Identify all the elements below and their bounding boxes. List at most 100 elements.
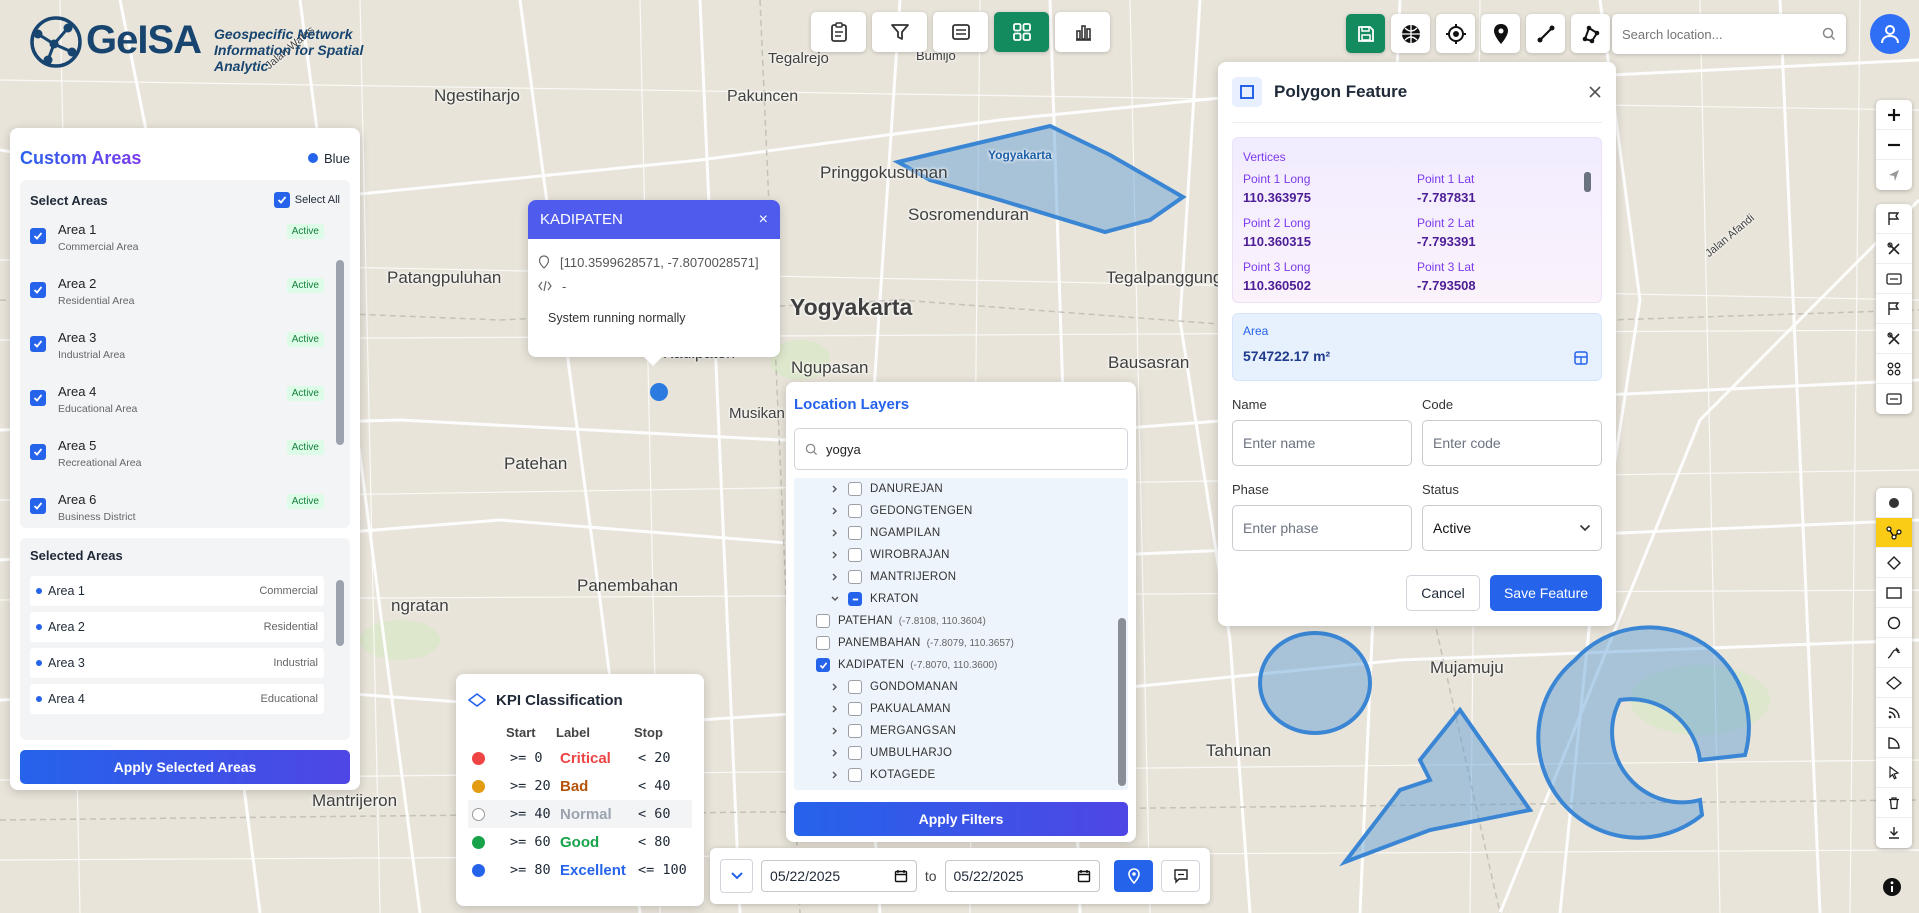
- selected-list-scrollbar[interactable]: [336, 580, 344, 646]
- cancel-button[interactable]: Cancel: [1406, 575, 1480, 611]
- marker-button[interactable]: [1481, 14, 1520, 53]
- draw-circle-button[interactable]: [1876, 608, 1912, 638]
- download-tool-button[interactable]: [1876, 818, 1912, 848]
- layer-checkbox[interactable]: [848, 548, 862, 562]
- save-map-button[interactable]: [1346, 14, 1385, 53]
- name-input[interactable]: Enter name: [1232, 420, 1412, 466]
- area-list-item[interactable]: Area 5 Recreational Area Active: [30, 434, 324, 488]
- chevron-down-icon[interactable]: [830, 594, 840, 604]
- layer-checkbox[interactable]: [848, 504, 862, 518]
- selected-area-item[interactable]: Area 4 Educational: [30, 684, 324, 714]
- layer-tree-item[interactable]: DANUREJAN: [830, 478, 1128, 500]
- chevron-right-icon[interactable]: [830, 770, 840, 780]
- area-checkbox[interactable]: [30, 444, 46, 460]
- layer-tree-item[interactable]: GEDONGTENGEN: [830, 500, 1128, 522]
- draw-freehand-button[interactable]: [1876, 638, 1912, 668]
- area-list-item[interactable]: Area 6 Business District Active: [30, 488, 324, 530]
- selected-area-item[interactable]: Area 1 Commercial: [30, 576, 324, 606]
- area-list-item[interactable]: Area 1 Commercial Area Active: [30, 218, 324, 272]
- layer-checkbox[interactable]: [848, 526, 862, 540]
- tab-grid[interactable]: [994, 12, 1049, 52]
- calendar-icon[interactable]: [1077, 869, 1091, 883]
- layer-checkbox[interactable]: [848, 768, 862, 782]
- area-checkbox[interactable]: [30, 390, 46, 406]
- info-button[interactable]: [1883, 878, 1901, 896]
- layer-tree-scrollbar[interactable]: [1118, 618, 1126, 786]
- layer-tree-item[interactable]: MANTRIJERON: [830, 566, 1128, 588]
- chevron-right-icon[interactable]: [830, 726, 840, 736]
- chevron-right-icon[interactable]: [830, 550, 840, 560]
- chevron-right-icon[interactable]: [830, 506, 840, 516]
- layer-checkbox[interactable]: [848, 746, 862, 760]
- delete-tool-button[interactable]: [1876, 788, 1912, 818]
- select-all-toggle[interactable]: Select All: [273, 192, 340, 208]
- collapse-button[interactable]: [720, 859, 754, 893]
- apps-button[interactable]: [1876, 354, 1912, 384]
- chevron-right-icon[interactable]: [830, 682, 840, 692]
- search-icon[interactable]: [1822, 27, 1836, 41]
- location-search-input[interactable]: [1622, 26, 1822, 42]
- tab-filter[interactable]: [872, 12, 927, 52]
- date-to-input[interactable]: 05/22/2025: [944, 860, 1101, 892]
- layer-checkbox[interactable]: [848, 724, 862, 738]
- polygon-tool-button[interactable]: [1571, 14, 1610, 53]
- ticket-tool-2-button[interactable]: [1876, 384, 1912, 414]
- area-list-item[interactable]: Area 3 Industrial Area Active: [30, 326, 324, 380]
- tools-button[interactable]: [1876, 234, 1912, 264]
- layer-checkbox[interactable]: [848, 592, 862, 606]
- layer-tree-item[interactable]: PANEMBAHAN (-7.8079, 110.3657): [816, 632, 1128, 654]
- layer-tree-item[interactable]: KOTAGEDE: [830, 764, 1128, 786]
- ticket-tool-button[interactable]: [1876, 264, 1912, 294]
- layer-search-input[interactable]: yogya: [826, 442, 861, 457]
- area-list-item[interactable]: Area 2 Residential Area Active: [30, 272, 324, 326]
- draw-rectangle-button[interactable]: [1876, 578, 1912, 608]
- area-color-indicator[interactable]: Blue: [307, 151, 350, 166]
- phase-input[interactable]: Enter phase: [1232, 505, 1412, 551]
- draw-polygon-button[interactable]: [1876, 668, 1912, 698]
- close-icon[interactable]: [1588, 85, 1602, 99]
- layer-tree-item[interactable]: PATEHAN (-7.8108, 110.3604): [816, 610, 1128, 632]
- select-all-checkbox[interactable]: [273, 192, 290, 208]
- chevron-right-icon[interactable]: [830, 528, 840, 538]
- layer-tree-item[interactable]: MERGANGSAN: [830, 720, 1128, 742]
- draw-arc-button[interactable]: [1876, 698, 1912, 728]
- locate-date-button[interactable]: [1114, 860, 1154, 892]
- select-tool-button[interactable]: [1876, 758, 1912, 788]
- zoom-in-button[interactable]: [1876, 100, 1912, 130]
- code-input[interactable]: Enter code: [1422, 420, 1602, 466]
- layer-checkbox[interactable]: [848, 702, 862, 716]
- draw-line-button[interactable]: [1876, 518, 1912, 548]
- draw-point-button[interactable]: [1876, 488, 1912, 518]
- chevron-right-icon[interactable]: [830, 484, 840, 494]
- calendar-icon[interactable]: [894, 869, 908, 883]
- tools-2-button[interactable]: [1876, 324, 1912, 354]
- draw-sector-button[interactable]: [1876, 728, 1912, 758]
- area-list-item[interactable]: Area 4 Educational Area Active: [30, 380, 324, 434]
- layer-checkbox[interactable]: [816, 658, 830, 672]
- chevron-right-icon[interactable]: [830, 748, 840, 758]
- layer-checkbox[interactable]: [816, 614, 830, 628]
- chevron-right-icon[interactable]: [830, 572, 840, 582]
- layer-tree-item[interactable]: GONDOMANAN: [830, 676, 1128, 698]
- save-feature-button[interactable]: Save Feature: [1490, 575, 1602, 611]
- line-tool-button[interactable]: [1526, 14, 1565, 53]
- layer-tree-item[interactable]: KRATON: [830, 588, 1128, 610]
- selected-area-item[interactable]: Area 2 Residential: [30, 612, 324, 642]
- vertices-scrollbar[interactable]: [1584, 172, 1591, 192]
- layer-checkbox[interactable]: [848, 482, 862, 496]
- layer-tree-item[interactable]: KADIPATEN (-7.8070, 110.3600): [816, 654, 1128, 676]
- area-checkbox[interactable]: [30, 228, 46, 244]
- tab-chart[interactable]: [1055, 12, 1110, 52]
- date-from-input[interactable]: 05/22/2025: [761, 860, 917, 892]
- apply-selected-areas-button[interactable]: Apply Selected Areas: [20, 750, 350, 784]
- area-checkbox[interactable]: [30, 336, 46, 352]
- status-select[interactable]: Active: [1422, 505, 1602, 551]
- compass-button[interactable]: [1876, 160, 1912, 190]
- user-avatar-button[interactable]: [1870, 14, 1910, 54]
- layer-tree-item[interactable]: WIROBRAJAN: [830, 544, 1128, 566]
- calculator-icon[interactable]: [1573, 350, 1589, 366]
- layer-checkbox[interactable]: [848, 570, 862, 584]
- comments-button[interactable]: [1161, 860, 1200, 892]
- flag-tool-button[interactable]: [1876, 204, 1912, 234]
- layer-tree-item[interactable]: NGAMPILAN: [830, 522, 1128, 544]
